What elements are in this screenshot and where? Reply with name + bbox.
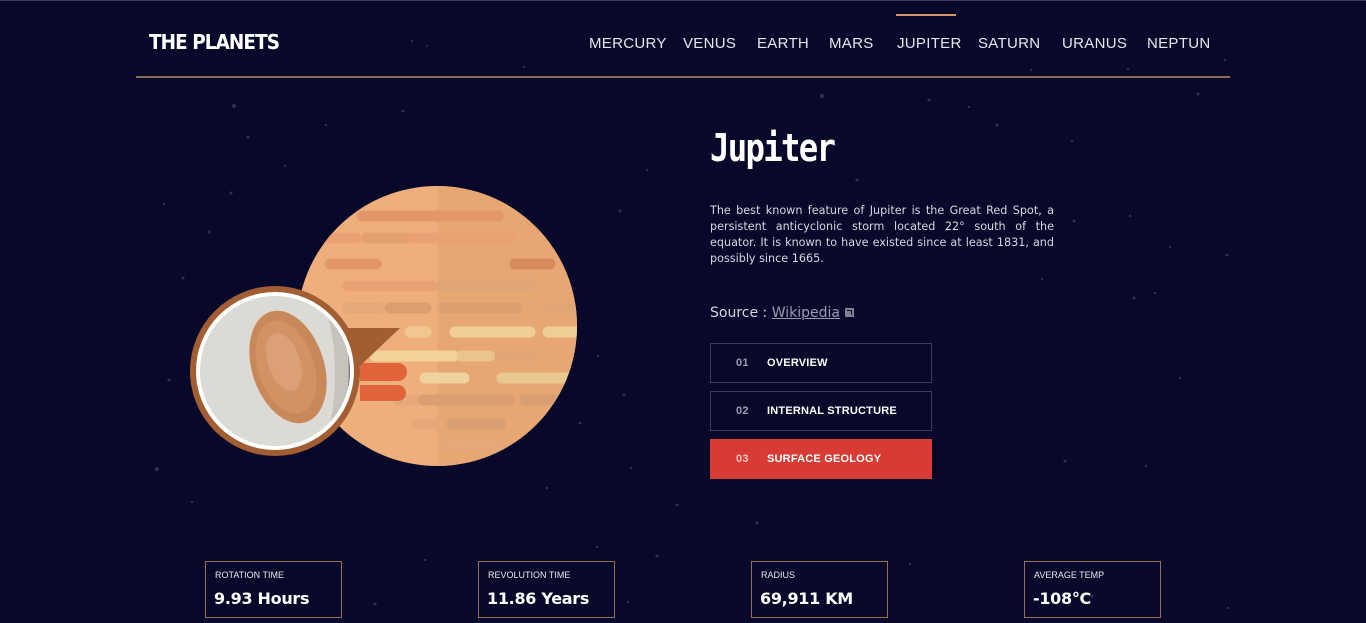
- tab-internal-structure[interactable]: 02 INTERNAL STRUCTURE: [710, 391, 932, 431]
- nav-item-saturn[interactable]: SATURN: [978, 35, 1040, 52]
- external-link-icon[interactable]: [844, 308, 854, 317]
- tab-label: OVERVIEW: [767, 357, 828, 369]
- main-nav: MERCURY VENUS EARTH MARS JUPITER SATURN …: [0, 14, 1366, 54]
- tab-surface-geology[interactable]: 03 SURFACE GEOLOGY: [710, 439, 932, 479]
- nav-item-neptun[interactable]: NEPTUN: [1147, 35, 1210, 52]
- tab-number: 03: [736, 453, 749, 465]
- header-divider: [136, 76, 1230, 78]
- stat-value: 9.93 Hours: [214, 589, 310, 608]
- jupiter-planet-image: [190, 186, 577, 466]
- wikipedia-link[interactable]: Wikipedia: [772, 305, 840, 321]
- nav-item-jupiter[interactable]: JUPITER: [897, 35, 962, 52]
- stat-value: -108°C: [1033, 589, 1091, 608]
- planet-title: Jupiter: [710, 126, 836, 170]
- stat-label: RADIUS: [761, 570, 796, 580]
- source-line: Source : Wikipedia: [710, 305, 854, 321]
- tab-label: SURFACE GEOLOGY: [767, 453, 882, 465]
- nav-item-uranus[interactable]: URANUS: [1062, 35, 1127, 52]
- tab-number: 02: [736, 405, 749, 417]
- nav-item-mars[interactable]: MARS: [829, 35, 874, 52]
- tab-label: INTERNAL STRUCTURE: [767, 405, 897, 417]
- stat-card-revolution-time: REVOLUTION TIME 11.86 Years: [478, 561, 615, 618]
- nav-item-venus[interactable]: VENUS: [683, 35, 736, 52]
- stat-value: 69,911 KM: [760, 589, 853, 608]
- nav-item-mercury[interactable]: MERCURY: [589, 35, 667, 52]
- stat-value: 11.86 Years: [487, 589, 590, 608]
- page: THE PLANETS MERCURY VENUS EARTH MARS JUP…: [0, 0, 1366, 623]
- stat-label: REVOLUTION TIME: [488, 570, 571, 580]
- stat-card-radius: RADIUS 69,911 KM: [751, 561, 888, 618]
- tab-overview[interactable]: 01 OVERVIEW: [710, 343, 932, 383]
- stat-card-rotation-time: ROTATION TIME 9.93 Hours: [205, 561, 342, 618]
- stat-label: AVERAGE TEMP: [1034, 570, 1105, 580]
- tab-number: 01: [736, 357, 749, 369]
- stat-card-average-temp: AVERAGE TEMP -108°C: [1024, 561, 1161, 618]
- nav-item-earth[interactable]: EARTH: [757, 35, 809, 52]
- planet-description: The best known feature of Jupiter is the…: [710, 204, 1054, 265]
- source-label: Source :: [710, 305, 772, 321]
- stat-label: ROTATION TIME: [215, 570, 284, 580]
